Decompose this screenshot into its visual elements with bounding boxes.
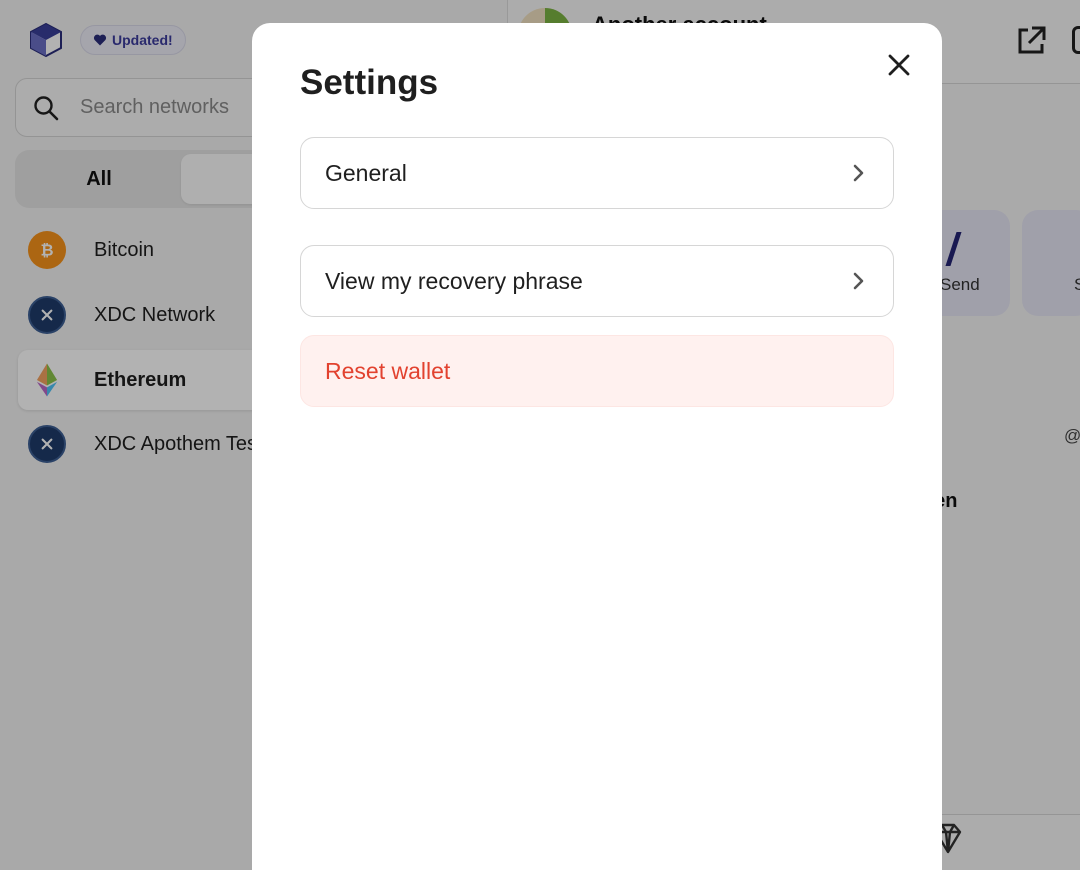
chevron-right-icon <box>847 162 869 184</box>
settings-recovery-phrase-row[interactable]: View my recovery phrase <box>300 245 894 317</box>
settings-row-label: View my recovery phrase <box>325 267 583 294</box>
chevron-right-icon <box>847 270 869 292</box>
close-icon[interactable] <box>884 50 914 80</box>
settings-row-label: General <box>325 159 407 186</box>
settings-modal: Settings General View my recovery phrase… <box>252 23 942 870</box>
reset-wallet-label: Reset wallet <box>325 357 451 384</box>
reset-wallet-button[interactable]: Reset wallet <box>300 335 894 407</box>
settings-general-row[interactable]: General <box>300 137 894 209</box>
modal-title: Settings <box>300 63 439 102</box>
